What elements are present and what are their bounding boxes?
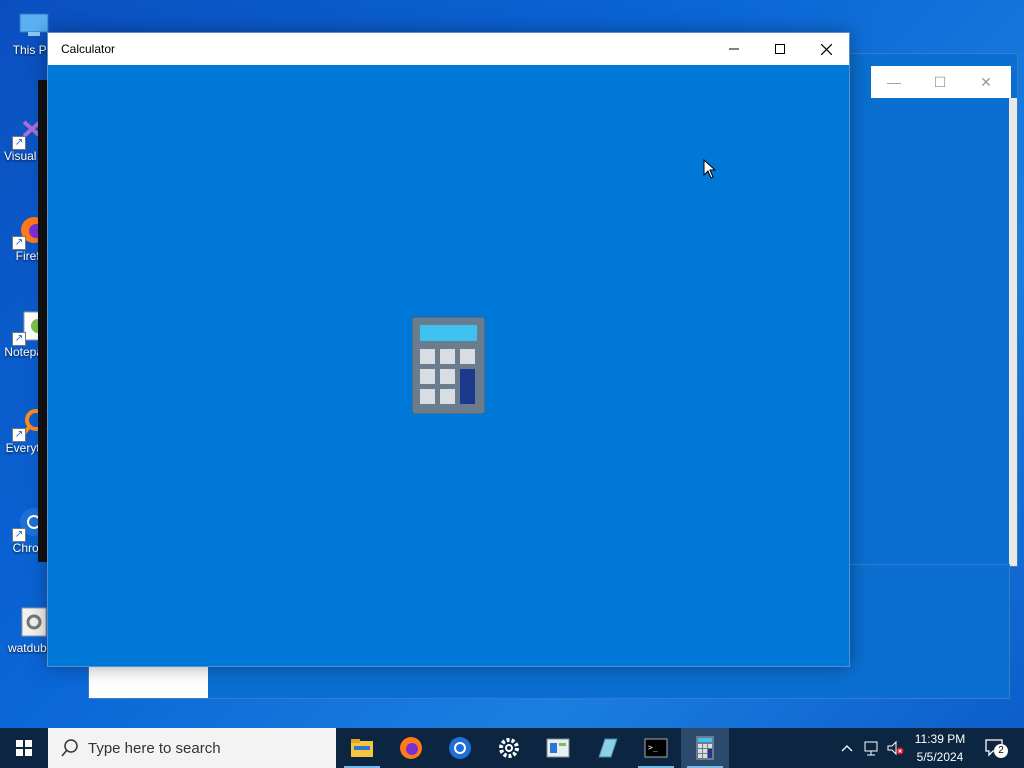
clock-time: 11:39 PM [914, 732, 966, 746]
mouse-cursor-icon [703, 159, 717, 179]
terminal-icon: >_ [644, 738, 668, 758]
volume-button[interactable] [884, 728, 906, 768]
taskbar-notepad[interactable] [583, 728, 631, 768]
this-pc-icon [18, 8, 50, 40]
taskbar-settings[interactable] [485, 728, 533, 768]
volume-muted-icon [887, 740, 904, 756]
minimize-button[interactable] [711, 33, 757, 65]
taskbar-control-panel[interactable] [534, 728, 582, 768]
maximize-button[interactable] [757, 33, 803, 65]
network-icon [864, 741, 878, 756]
network-button[interactable] [860, 728, 882, 768]
close-icon [820, 43, 832, 55]
minimize-icon [729, 48, 739, 50]
taskbar-firefox[interactable] [387, 728, 435, 768]
calculator-splash-icon [411, 316, 486, 415]
search-box[interactable]: Type here to search [48, 728, 336, 768]
background-window-titlebar[interactable]: — ☐ ✕ [871, 66, 1011, 98]
calculator-titlebar[interactable]: Calculator [48, 33, 849, 65]
shortcut-arrow-icon: ↗ [12, 236, 26, 250]
chrome-icon [449, 737, 471, 759]
shortcut-arrow-icon: ↗ [12, 528, 26, 542]
notification-badge: 2 [994, 744, 1008, 758]
search-icon [61, 739, 78, 757]
background-window-right[interactable]: — ☐ ✕ [840, 53, 1018, 567]
calculator-icon [696, 736, 714, 760]
shortcut-arrow-icon: ↗ [12, 136, 26, 150]
folder-icon [351, 739, 373, 757]
taskbar-clock[interactable]: 11:39 PM 5/5/2024 [905, 730, 975, 766]
maximize-icon[interactable]: ☐ [917, 66, 963, 98]
window-title: Calculator [61, 42, 116, 56]
clock-date: 5/5/2024 [916, 750, 964, 764]
taskbar-chrome[interactable] [436, 728, 484, 768]
chevron-up-icon [841, 745, 853, 752]
maximize-icon [775, 44, 785, 54]
gear-file-icon [18, 606, 50, 638]
taskbar-file-explorer[interactable] [338, 728, 386, 768]
show-hidden-icons-button[interactable] [838, 728, 856, 768]
action-center-button[interactable]: 2 [978, 728, 1012, 768]
taskbar-terminal[interactable]: >_ [632, 728, 680, 768]
search-placeholder: Type here to search [88, 740, 221, 757]
notepad-icon [598, 738, 618, 758]
start-button[interactable] [0, 728, 48, 768]
minimize-icon[interactable]: — [871, 66, 917, 98]
taskbar-calculator[interactable] [681, 728, 729, 768]
taskbar: Type here to search >_ 11:39 PM 5/5/2024… [0, 728, 1024, 768]
control-panel-icon [546, 738, 570, 758]
scrollbar[interactable] [1009, 98, 1017, 566]
svg-text:>_: >_ [648, 743, 658, 752]
close-icon[interactable]: ✕ [963, 66, 1009, 98]
firefox-icon [400, 737, 422, 759]
gear-icon [499, 738, 519, 758]
shortcut-arrow-icon: ↗ [12, 428, 26, 442]
close-button[interactable] [803, 33, 849, 65]
calculator-window[interactable]: Calculator [47, 32, 850, 667]
windows-logo-icon [16, 740, 32, 756]
shortcut-arrow-icon: ↗ [12, 332, 26, 346]
